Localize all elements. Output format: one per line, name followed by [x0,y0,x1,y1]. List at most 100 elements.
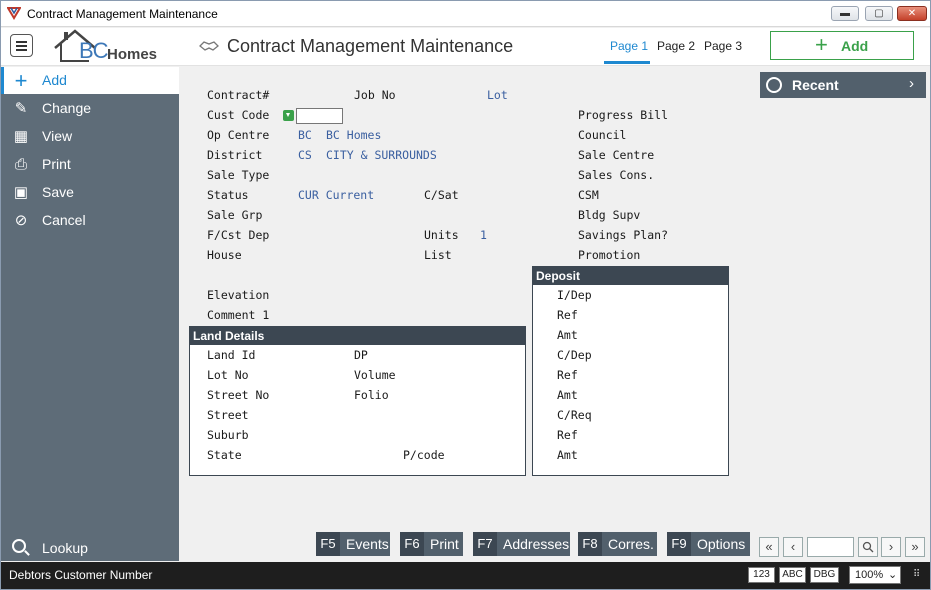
list-label: List [424,248,452,262]
cust-code-dropdown-icon[interactable] [283,110,294,121]
sidebar-item-label: View [42,128,73,144]
logo-homes-text: Homes [107,46,158,63]
street-label: Street [207,408,249,422]
sidebar-item-change[interactable]: ✎ Change [1,95,179,122]
deposit-title: Deposit [533,267,728,285]
f5-events-button[interactable]: F5 Events [316,532,390,556]
fkey-text: Options [697,536,746,552]
recent-label: Recent [792,77,839,93]
fkey-text: Addresses [503,536,570,552]
units-value: 1 [480,228,487,242]
alpha-mode-badge[interactable]: ABC [779,567,806,583]
sidebar-item-label: Print [42,156,71,172]
street-no-label: Street No [207,388,270,402]
sidebar-item-cancel[interactable]: ⊘ Cancel [1,207,179,234]
suburb-label: Suburb [207,428,249,442]
pcode-label: P/code [403,448,445,462]
search-record-button[interactable] [858,537,878,557]
record-number-input[interactable] [807,537,854,557]
printer-icon: ⎙ [14,156,27,173]
sidebar-item-view[interactable]: ▦ View [1,123,179,150]
status-label: Status [207,188,249,202]
bldg-supv-label: Bldg Supv [578,208,641,222]
table-icon: ▦ [13,128,29,145]
maximize-button[interactable]: ▢ [865,6,893,21]
sales-cons-label: Sales Cons. [578,168,655,182]
close-button[interactable]: ✕ [897,6,927,21]
plus-icon: + [14,68,28,93]
deposit-row-idep: I/Dep [557,288,592,302]
prev-record-button[interactable]: ‹ [783,537,803,557]
sale-grp-label: Sale Grp [207,208,263,222]
f9-options-button[interactable]: F9 Options [667,532,750,556]
status-value: CUR Current [298,188,375,202]
tab-page-1[interactable]: Page 1 [610,39,648,53]
title-bar: Contract Management Maintenance ▬ ▢ ✕ [1,1,930,27]
sidebar-item-label: Add [42,72,67,88]
lot-label: Lot [487,88,508,102]
next-record-button[interactable]: › [881,537,901,557]
search-icon [12,539,26,553]
op-centre-name: BC Homes [326,128,382,142]
sale-type-label: Sale Type [207,168,270,182]
f7-addresses-button[interactable]: F7 Addresses [473,532,570,556]
job-no-label: Job No [354,88,396,102]
resize-grip-icon[interactable]: ⠿ [913,569,920,580]
first-record-button[interactable]: « [759,537,779,557]
clock-icon [766,77,782,93]
folio-label: Folio [354,388,389,402]
fkey-text: Corres. [608,536,654,552]
deposit-row-ref: Ref [557,308,578,322]
f6-print-button[interactable]: F6 Print [400,532,463,556]
hamburger-menu-button[interactable] [10,34,33,57]
deposit-row-amt: Amt [557,388,578,402]
cust-code-input[interactable] [296,108,343,124]
handshake-icon [199,41,219,51]
company-logo: BC Homes [51,28,171,64]
lookup-label: Lookup [42,540,88,556]
plus-icon: + [815,32,828,57]
save-icon: ▣ [13,184,29,201]
contract-label: Contract# [207,88,270,102]
fkey-label: F9 [667,532,691,556]
add-button-label: Add [841,38,869,54]
deposit-row-amt: Amt [557,328,578,342]
lot-no-label: Lot No [207,368,249,382]
council-label: Council [578,128,627,142]
land-id-label: Land Id [207,348,256,362]
sidebar-item-save[interactable]: ▣ Save [1,179,179,206]
progress-bill-label: Progress Bill [578,108,669,122]
search-icon [862,541,874,553]
edit-icon: ✎ [14,100,28,117]
tab-page-3[interactable]: Page 3 [704,39,742,53]
tab-page-2[interactable]: Page 2 [657,39,695,53]
status-message: Debtors Customer Number [9,568,153,582]
volume-label: Volume [354,368,396,382]
deposit-row-cdep: C/Dep [557,348,592,362]
sidebar-item-print[interactable]: ⎙ Print [1,151,179,178]
lookup-button[interactable]: Lookup [1,534,179,561]
deposit-row-creq: C/Req [557,408,592,422]
zoom-select[interactable]: 100% ⌄ [849,566,901,584]
app-icon [7,7,21,20]
debug-badge[interactable]: DBG [810,567,839,583]
district-label: District [207,148,263,162]
fkey-label: F6 [400,532,424,556]
zoom-value: 100% [855,569,884,581]
f8-corres-button[interactable]: F8 Corres. [578,532,657,556]
chevron-down-icon: ⌄ [888,569,898,581]
add-button[interactable]: + Add [770,31,914,60]
fkey-label: F8 [578,532,602,556]
chevron-right-icon: › [909,75,914,92]
fkey-text: Print [430,536,459,552]
numeric-mode-badge[interactable]: 123 [748,567,775,583]
savings-plan-label: Savings Plan? [578,228,669,242]
last-record-button[interactable]: » [905,537,925,557]
page-title: Contract Management Maintenance [227,36,514,56]
sidebar: + Add ✎ Change ▦ View ⎙ Print ▣ Save ⊘ C… [1,67,179,561]
sidebar-item-label: Cancel [42,212,86,228]
sidebar-item-add[interactable]: + Add [1,67,179,94]
status-bar: Debtors Customer Number 123 ABC DBG 100%… [1,562,930,589]
recent-panel-button[interactable]: Recent › [760,72,926,98]
minimize-button[interactable]: ▬ [831,6,859,21]
